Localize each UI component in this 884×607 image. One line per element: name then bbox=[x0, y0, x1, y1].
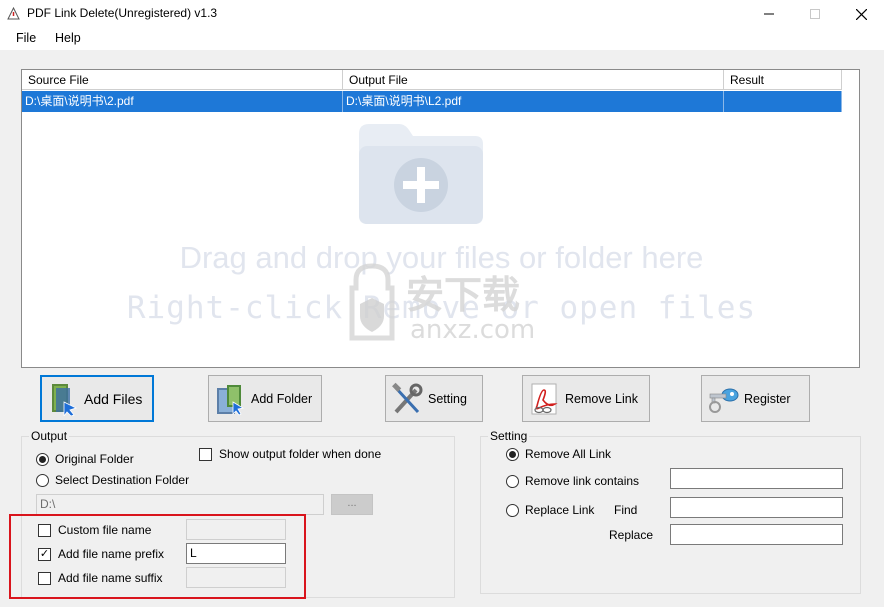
minimize-button[interactable] bbox=[746, 0, 792, 28]
svg-text:anxz.com: anxz.com bbox=[410, 315, 535, 345]
register-label: Register bbox=[744, 391, 791, 406]
add-files-button[interactable]: Add Files bbox=[40, 375, 154, 422]
maximize-button[interactable] bbox=[792, 0, 838, 28]
radio-indicator bbox=[506, 474, 519, 488]
register-button[interactable]: Register bbox=[701, 375, 810, 422]
svg-text:安下载: 安下载 bbox=[406, 273, 520, 317]
cell-output-file: D:\桌面\说明书\L2.pdf bbox=[343, 91, 724, 112]
table-row[interactable]: D:\桌面\说明书\2.pdf D:\桌面\说明书\L2.pdf bbox=[22, 91, 842, 112]
select-destination-label: Select Destination Folder bbox=[55, 473, 190, 487]
file-table[interactable]: Source File Output File Result D:\桌面\说明书… bbox=[21, 69, 860, 368]
remove-all-link-radio[interactable]: Remove All Link bbox=[506, 447, 611, 461]
add-folder-label: Add Folder bbox=[251, 391, 313, 406]
remove-all-link-label: Remove All Link bbox=[525, 447, 612, 461]
original-folder-label: Original Folder bbox=[55, 452, 134, 466]
cell-source-file: D:\桌面\说明书\2.pdf bbox=[22, 91, 343, 112]
maximize-icon bbox=[810, 9, 820, 19]
show-output-folder-checkbox[interactable]: Show output folder when done bbox=[199, 447, 381, 461]
window-title: PDF Link Delete(Unregistered) v1.3 bbox=[27, 6, 218, 20]
app-icon bbox=[7, 7, 20, 20]
setting-button[interactable]: Setting bbox=[385, 375, 483, 422]
annotation-highlight-box bbox=[9, 514, 306, 599]
column-source-file[interactable]: Source File bbox=[22, 70, 343, 90]
destination-folder-input[interactable]: D:\ bbox=[36, 494, 324, 515]
replace-link-label: Replace Link bbox=[525, 503, 595, 517]
add-folder-icon bbox=[359, 124, 483, 224]
remove-link-label: Remove Link bbox=[565, 391, 638, 406]
radio-indicator bbox=[506, 503, 519, 517]
setting-label: Setting bbox=[428, 391, 467, 406]
radio-indicator bbox=[36, 452, 49, 466]
find-input[interactable] bbox=[670, 497, 843, 518]
menu-bar: File Help bbox=[0, 28, 884, 50]
tools-icon bbox=[392, 382, 423, 413]
key-icon bbox=[709, 388, 739, 413]
add-files-icon bbox=[52, 383, 78, 416]
checkbox-indicator bbox=[199, 447, 212, 461]
minimize-icon bbox=[764, 13, 774, 15]
setting-legend: Setting bbox=[488, 429, 530, 443]
title-bar: PDF Link Delete(Unregistered) v1.3 bbox=[0, 0, 884, 28]
table-header: Source File Output File Result bbox=[22, 70, 842, 90]
close-icon bbox=[855, 8, 867, 20]
add-folder-button[interactable]: Add Folder bbox=[208, 375, 322, 422]
menu-file[interactable]: File bbox=[16, 31, 36, 45]
replace-input[interactable] bbox=[670, 524, 843, 545]
browse-button[interactable]: ... bbox=[331, 494, 373, 515]
menu-help[interactable]: Help bbox=[55, 31, 81, 45]
show-output-folder-label: Show output folder when done bbox=[219, 447, 382, 461]
radio-indicator bbox=[506, 447, 519, 461]
close-button[interactable] bbox=[838, 0, 884, 28]
radio-indicator bbox=[36, 473, 49, 487]
add-folder-icon bbox=[217, 384, 245, 416]
column-result[interactable]: Result bbox=[724, 70, 842, 90]
original-folder-radio[interactable]: Original Folder bbox=[36, 452, 134, 466]
output-legend: Output bbox=[29, 429, 70, 443]
remove-link-button[interactable]: Remove Link bbox=[522, 375, 650, 422]
remove-link-contains-label: Remove link contains bbox=[525, 474, 640, 488]
watermark-logo-icon: 安下载 anxz.com bbox=[349, 263, 535, 345]
pdf-link-icon bbox=[531, 383, 558, 414]
cell-result bbox=[724, 91, 842, 112]
replace-link-radio[interactable]: Replace Link bbox=[506, 503, 594, 517]
remove-contains-input[interactable] bbox=[670, 468, 843, 489]
add-files-label: Add Files bbox=[84, 390, 143, 407]
column-output-file[interactable]: Output File bbox=[343, 70, 724, 90]
remove-link-contains-radio[interactable]: Remove link contains bbox=[506, 474, 639, 488]
find-label: Find bbox=[614, 503, 638, 517]
select-destination-radio[interactable]: Select Destination Folder bbox=[36, 473, 189, 487]
replace-label: Replace bbox=[609, 528, 654, 542]
